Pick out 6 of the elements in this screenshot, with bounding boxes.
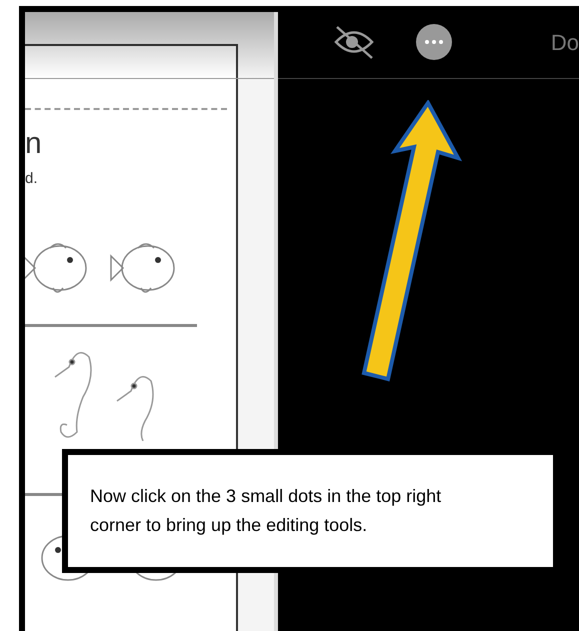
done-button[interactable]: Do xyxy=(550,26,579,58)
more-options-button[interactable] xyxy=(416,24,452,60)
instruction-text: Now click on the 3 small dots in the top right corner to bring up the editing tools. xyxy=(90,485,442,537)
worksheet-heading-fragment: n xyxy=(25,128,43,160)
worksheet-text-fragment: d. xyxy=(25,170,39,188)
hidden-eye-icon[interactable] xyxy=(334,25,374,59)
